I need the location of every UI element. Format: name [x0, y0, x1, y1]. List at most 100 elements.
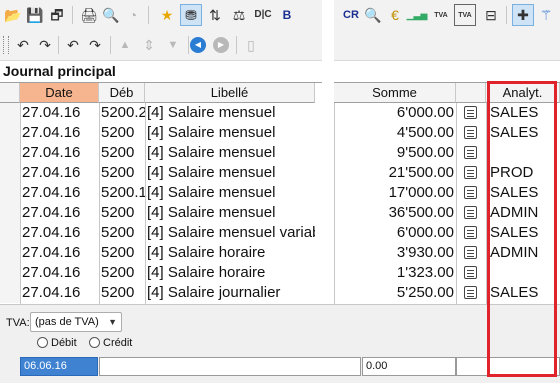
cell-label[interactable]: [4] Salaire mensuel variab — [147, 223, 315, 243]
clock-icon[interactable]: ◔ — [122, 4, 144, 26]
save-close-icon[interactable]: 🗗 — [46, 4, 68, 26]
cell-amount[interactable]: 1'323.00 — [334, 263, 454, 283]
cell-amount[interactable]: 6'000.00 — [334, 103, 454, 123]
toolbar-grip[interactable] — [3, 36, 9, 54]
star-icon[interactable]: ★ — [156, 4, 178, 26]
vat-box-icon[interactable]: TVA — [454, 4, 476, 26]
print-preview-icon[interactable]: 🔍 — [100, 4, 122, 26]
cell-label[interactable]: [4] Salaire mensuel — [147, 123, 315, 143]
row-header[interactable] — [0, 103, 20, 123]
document-icon[interactable] — [464, 266, 477, 279]
cr-icon[interactable]: CR — [340, 4, 362, 26]
cell-date[interactable]: 27.04.16 — [22, 183, 99, 203]
cell-debit[interactable]: 5200 — [101, 203, 147, 223]
move-both-icon[interactable]: ⇕ — [138, 34, 160, 56]
cell-debit[interactable]: 5200 — [101, 283, 147, 303]
column-header-label[interactable]: Libellé — [145, 83, 315, 103]
euro-icon[interactable]: € — [384, 4, 406, 26]
table-row[interactable]: 27.04.16 5200 [4] Salaire horaire 3'930.00 A… — [0, 243, 560, 263]
cell-amount[interactable]: 9'500.00 — [334, 143, 454, 163]
amount-entry-field[interactable]: 0.00 — [362, 357, 456, 376]
balance-icon[interactable]: ⚖ — [228, 4, 250, 26]
cell-label[interactable]: [4] Salaire mensuel — [147, 203, 315, 223]
cell-amount[interactable]: 17'000.00 — [334, 183, 454, 203]
cell-label[interactable]: [4] Salaire journalier — [147, 283, 315, 303]
cell-label[interactable]: [4] Salaire horaire — [147, 263, 315, 283]
row-header[interactable] — [0, 163, 20, 183]
column-header-amount[interactable]: Somme — [334, 83, 456, 103]
table-row[interactable]: 27.04.16 5200 [4] Salaire mensuel 4'500.00 S… — [0, 123, 560, 143]
cell-debit[interactable]: 5200 — [101, 243, 147, 263]
document-icon[interactable] — [464, 146, 477, 159]
cell-date[interactable]: 27.04.16 — [22, 103, 99, 123]
cell-debit[interactable]: 5200.2 — [101, 103, 147, 123]
open-folder-icon[interactable]: 📂 — [2, 4, 24, 26]
cell-debit[interactable]: 5200 — [101, 123, 147, 143]
structure-icon[interactable]: ⊟ — [480, 4, 502, 26]
debit-radio[interactable] — [37, 337, 48, 348]
row-header[interactable] — [0, 243, 20, 263]
table-row[interactable]: 27.04.16 5200 [4] Salaire mensuel variab 6'… — [0, 223, 560, 243]
bold-icon[interactable]: B — [276, 4, 298, 26]
document-icon[interactable] — [464, 126, 477, 139]
cell-label[interactable]: [4] Salaire horaire — [147, 243, 315, 263]
sort-icon[interactable]: ⇅ — [204, 4, 226, 26]
cell-debit[interactable]: 5200.1 — [101, 183, 147, 203]
cell-debit[interactable]: 5200 — [101, 263, 147, 283]
document-icon[interactable] — [464, 186, 477, 199]
vat-select[interactable]: (pas de TVA) ▼ — [30, 312, 122, 332]
table-row[interactable]: 27.04.16 5200.1 [4] Salaire mensuel 17'000.… — [0, 183, 560, 203]
cell-label[interactable]: [4] Salaire mensuel — [147, 163, 315, 183]
column-header-document[interactable] — [456, 83, 486, 103]
row-header[interactable] — [0, 183, 20, 203]
cell-amount[interactable]: 5'250.00 — [334, 283, 454, 303]
cell-debit[interactable]: 5200 — [101, 223, 147, 243]
cell-amount[interactable]: 6'000.00 — [334, 223, 454, 243]
row-header[interactable] — [0, 263, 20, 283]
move-up-icon[interactable]: ▲ — [114, 34, 136, 56]
table-row[interactable]: 27.04.16 5200 [4] Salaire mensuel 21'500.00… — [0, 163, 560, 183]
row-header[interactable] — [0, 203, 20, 223]
row-header[interactable] — [0, 143, 20, 163]
save-icon[interactable]: 💾 — [24, 4, 46, 26]
cell-debit[interactable]: 5200 — [101, 163, 147, 183]
document-icon[interactable] — [464, 206, 477, 219]
redo-icon[interactable]: ↷ — [34, 34, 56, 56]
back-icon[interactable]: ◀ — [190, 37, 206, 53]
row-header[interactable] — [0, 223, 20, 243]
column-header-date[interactable]: Date — [20, 83, 99, 103]
cell-date[interactable]: 27.04.16 — [22, 143, 99, 163]
filter-icon[interactable]: ⛃ — [180, 4, 202, 26]
cell-amount[interactable]: 36'500.00 — [334, 203, 454, 223]
cell-label[interactable]: [4] Salaire mensuel — [147, 103, 315, 123]
row-header[interactable] — [0, 283, 20, 303]
cell-date[interactable]: 27.04.16 — [22, 123, 99, 143]
document-icon[interactable] — [464, 246, 477, 259]
info-icon[interactable]: ▯ — [240, 34, 262, 56]
forward-icon[interactable]: ▶ — [213, 37, 229, 53]
label-entry-field[interactable] — [99, 357, 361, 376]
table-row[interactable]: 27.04.16 5200 [4] Salaire horaire 1'323.00 — [0, 263, 560, 283]
add-icon[interactable]: ✚ — [512, 4, 534, 26]
cell-amount[interactable]: 4'500.00 — [334, 123, 454, 143]
redo-list-icon[interactable]: ↷ — [84, 34, 106, 56]
table-row[interactable]: 27.04.16 5200 [4] Salaire mensuel 36'500.00… — [0, 203, 560, 223]
cell-label[interactable]: [4] Salaire mensuel — [147, 143, 315, 163]
bar-chart-icon[interactable]: ▁▃▅ — [406, 4, 428, 26]
table-row[interactable]: 27.04.16 5200 [4] Salaire journalier 5'250.… — [0, 283, 560, 303]
table-row[interactable]: 27.04.16 5200.2 [4] Salaire mensuel 6'000.0… — [0, 103, 560, 123]
print-icon[interactable]: 🖨 — [78, 4, 100, 26]
move-down-icon[interactable]: ▼ — [162, 34, 184, 56]
vat-icon[interactable]: TVA — [430, 4, 452, 26]
row-header[interactable] — [0, 123, 20, 143]
cell-date[interactable]: 27.04.16 — [22, 243, 99, 263]
document-icon[interactable] — [464, 226, 477, 239]
date-entry-field[interactable]: 06.06.16 — [20, 357, 98, 376]
cell-date[interactable]: 27.04.16 — [22, 263, 99, 283]
undo-list-icon[interactable]: ↶ — [62, 34, 84, 56]
search-icon[interactable]: 🔍 — [362, 4, 384, 26]
cell-debit[interactable]: 5200 — [101, 143, 147, 163]
pencil-icon[interactable]: ✎ — [556, 4, 560, 26]
document-icon[interactable] — [464, 106, 477, 119]
cell-date[interactable]: 27.04.16 — [22, 163, 99, 183]
